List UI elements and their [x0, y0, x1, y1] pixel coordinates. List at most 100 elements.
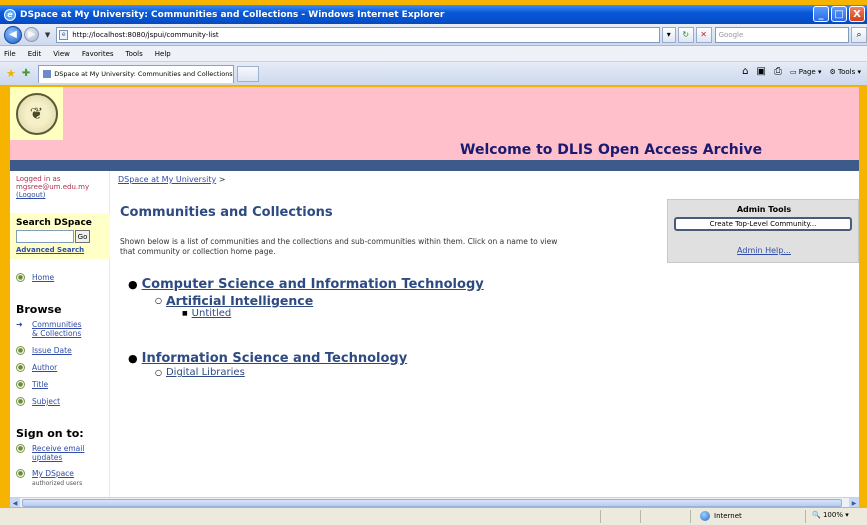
dspace-search-input[interactable]	[16, 230, 74, 243]
sidebar-item-receive-updates[interactable]: ● Receive email updates	[16, 444, 84, 462]
back-icon[interactable]: ◀	[4, 25, 22, 44]
arrow-right-icon: ➜	[16, 320, 23, 329]
history-dropdown-icon[interactable]: ▼	[45, 31, 50, 39]
sidebar-item-label: & Collections	[32, 329, 82, 338]
community-item[interactable]: ● Computer Science and Information Techn…	[128, 277, 484, 292]
tab-active[interactable]: DSpace at My University: Communities and…	[38, 64, 235, 83]
status-divider	[640, 510, 641, 523]
create-community-button[interactable]: Create Top-Level Community...	[674, 217, 852, 231]
maximize-button[interactable]: □	[831, 6, 847, 22]
tools-menu-label: Tools	[838, 67, 856, 76]
logged-in-user: mgsree@um.edu.my	[16, 183, 90, 191]
new-tab-button[interactable]	[237, 65, 260, 82]
browse-heading: Browse	[16, 303, 62, 316]
sub-community-item[interactable]: ○ Artificial Intelligence	[155, 293, 313, 308]
advanced-search-link[interactable]: Advanced Search	[16, 246, 84, 254]
stop-icon[interactable]: ✕	[695, 26, 712, 43]
sidebar-item-subject[interactable]: ● Subject	[16, 397, 60, 406]
sidebar-item-issue-date[interactable]: ● Issue Date	[16, 346, 72, 355]
refresh-icon[interactable]: ↻	[677, 26, 694, 43]
sidebar-item-author[interactable]: ● Author	[16, 363, 57, 372]
sidebar-item-label: Subject	[32, 397, 61, 406]
minimize-button[interactable]: _	[813, 6, 829, 22]
banner-divider	[10, 160, 859, 171]
status-divider	[600, 510, 601, 523]
sidebar-item-label: My DSpace	[32, 469, 74, 478]
bullet-icon: ●	[16, 469, 25, 478]
banner: ❦ Welcome to DLIS Open Access Archive	[10, 87, 859, 160]
menu-edit[interactable]: Edit	[28, 50, 42, 58]
bullet-icon: ●	[16, 397, 25, 406]
globe-icon	[700, 511, 710, 521]
search-input[interactable]: Google	[714, 26, 850, 43]
logout-link[interactable]: (Logout)	[16, 191, 45, 199]
collection-link[interactable]: Untitled	[192, 308, 232, 319]
page-menu[interactable]: ▭ Page ▾	[790, 68, 822, 76]
window-title: DSpace at My University: Communities and…	[20, 9, 445, 20]
collection-item[interactable]: ○ Digital Libraries	[155, 367, 245, 378]
zoom-control[interactable]: 🔍 100% ▾	[812, 511, 849, 519]
zone-label: Internet	[714, 512, 742, 520]
page-icon: e	[59, 29, 69, 40]
menu-file[interactable]: File	[4, 50, 16, 58]
tab-row: ★ ✚ DSpace at My University: Communities…	[0, 62, 867, 86]
admin-help-link[interactable]: Admin Help...	[668, 246, 859, 255]
admin-tools-heading: Admin Tools	[736, 205, 792, 214]
sidebar-item-title[interactable]: ● Title	[16, 380, 48, 389]
menu-bar: File Edit View Favorites Tools Help	[0, 46, 867, 62]
bullet-icon: ●	[128, 278, 138, 291]
bullet-icon: ●	[16, 346, 25, 355]
go-button[interactable]: Go	[75, 230, 90, 243]
sidebar: Logged in as mgsree@um.edu.my (Logout) S…	[10, 171, 110, 497]
circle-bullet-icon: ○	[155, 296, 162, 305]
add-favorite-icon[interactable]: ✚	[22, 68, 30, 79]
breadcrumb-link[interactable]: DSpace at My University	[118, 175, 216, 184]
sidebar-item-my-dspace[interactable]: ● My DSpace	[16, 469, 74, 478]
collection-item[interactable]: ■ Untitled	[182, 308, 231, 319]
circle-bullet-icon: ○	[155, 368, 162, 377]
zoom-level: 100%	[822, 511, 843, 519]
authorized-users-note: authorized users	[32, 480, 83, 487]
sidebar-item-communities[interactable]: ➜ Communities & Collections	[16, 320, 82, 338]
search-icon[interactable]: ⌕	[851, 26, 867, 43]
address-input[interactable]: e http://localhost:8080/jspui/community-…	[56, 26, 660, 43]
sidebar-item-label: Receive email	[32, 444, 85, 453]
community-item[interactable]: ● Information Science and Technology	[128, 351, 407, 366]
emblem-icon: ❦	[15, 92, 58, 135]
address-dropdown-icon[interactable]: ▾	[661, 26, 676, 43]
menu-favorites[interactable]: Favorites	[82, 50, 114, 58]
community-link[interactable]: Information Science and Technology	[142, 351, 408, 366]
menu-view[interactable]: View	[53, 50, 70, 58]
browser-window: e DSpace at My University: Communities a…	[0, 0, 867, 525]
intro-line: that community or collection home page.	[120, 247, 276, 256]
scrollbar-thumb[interactable]	[22, 499, 842, 507]
sidebar-item-home[interactable]: ● Home	[16, 273, 54, 282]
bullet-icon: ●	[16, 273, 25, 282]
sidebar-item-label: Issue Date	[32, 346, 72, 355]
status-bar: Internet 🔍 100% ▾	[0, 507, 867, 525]
horizontal-scrollbar[interactable]: ◀ ▶	[10, 497, 859, 508]
feeds-icon[interactable]: ▣	[756, 66, 765, 77]
breadcrumb-separator: >	[218, 175, 226, 184]
bullet-icon: ●	[16, 363, 25, 372]
sidebar-item-label: Author	[32, 363, 58, 372]
collection-link[interactable]: Digital Libraries	[166, 367, 245, 378]
search-placeholder: Google	[718, 30, 744, 39]
page-menu-label: Page	[798, 67, 816, 76]
tools-menu[interactable]: ⚙ Tools ▾	[829, 68, 861, 76]
forward-icon[interactable]: ▶	[23, 27, 39, 42]
bullet-icon: ●	[16, 380, 25, 389]
favorites-star-icon[interactable]: ★	[6, 67, 16, 80]
page-title: Communities and Collections	[120, 205, 333, 220]
close-button[interactable]: X	[849, 6, 865, 22]
sub-community-link[interactable]: Artificial Intelligence	[166, 293, 313, 308]
menu-tools[interactable]: Tools	[126, 50, 143, 58]
sidebar-item-label: Home	[32, 273, 55, 282]
home-icon[interactable]: ⌂	[742, 66, 748, 77]
print-icon[interactable]: ⎙	[774, 66, 782, 77]
login-info: Logged in as mgsree@um.edu.my (Logout)	[16, 175, 89, 199]
menu-help[interactable]: Help	[155, 50, 171, 58]
breadcrumb: DSpace at My University >	[118, 175, 225, 184]
community-link[interactable]: Computer Science and Information Technol…	[142, 277, 484, 292]
sidebar-item-label: updates	[32, 453, 63, 462]
